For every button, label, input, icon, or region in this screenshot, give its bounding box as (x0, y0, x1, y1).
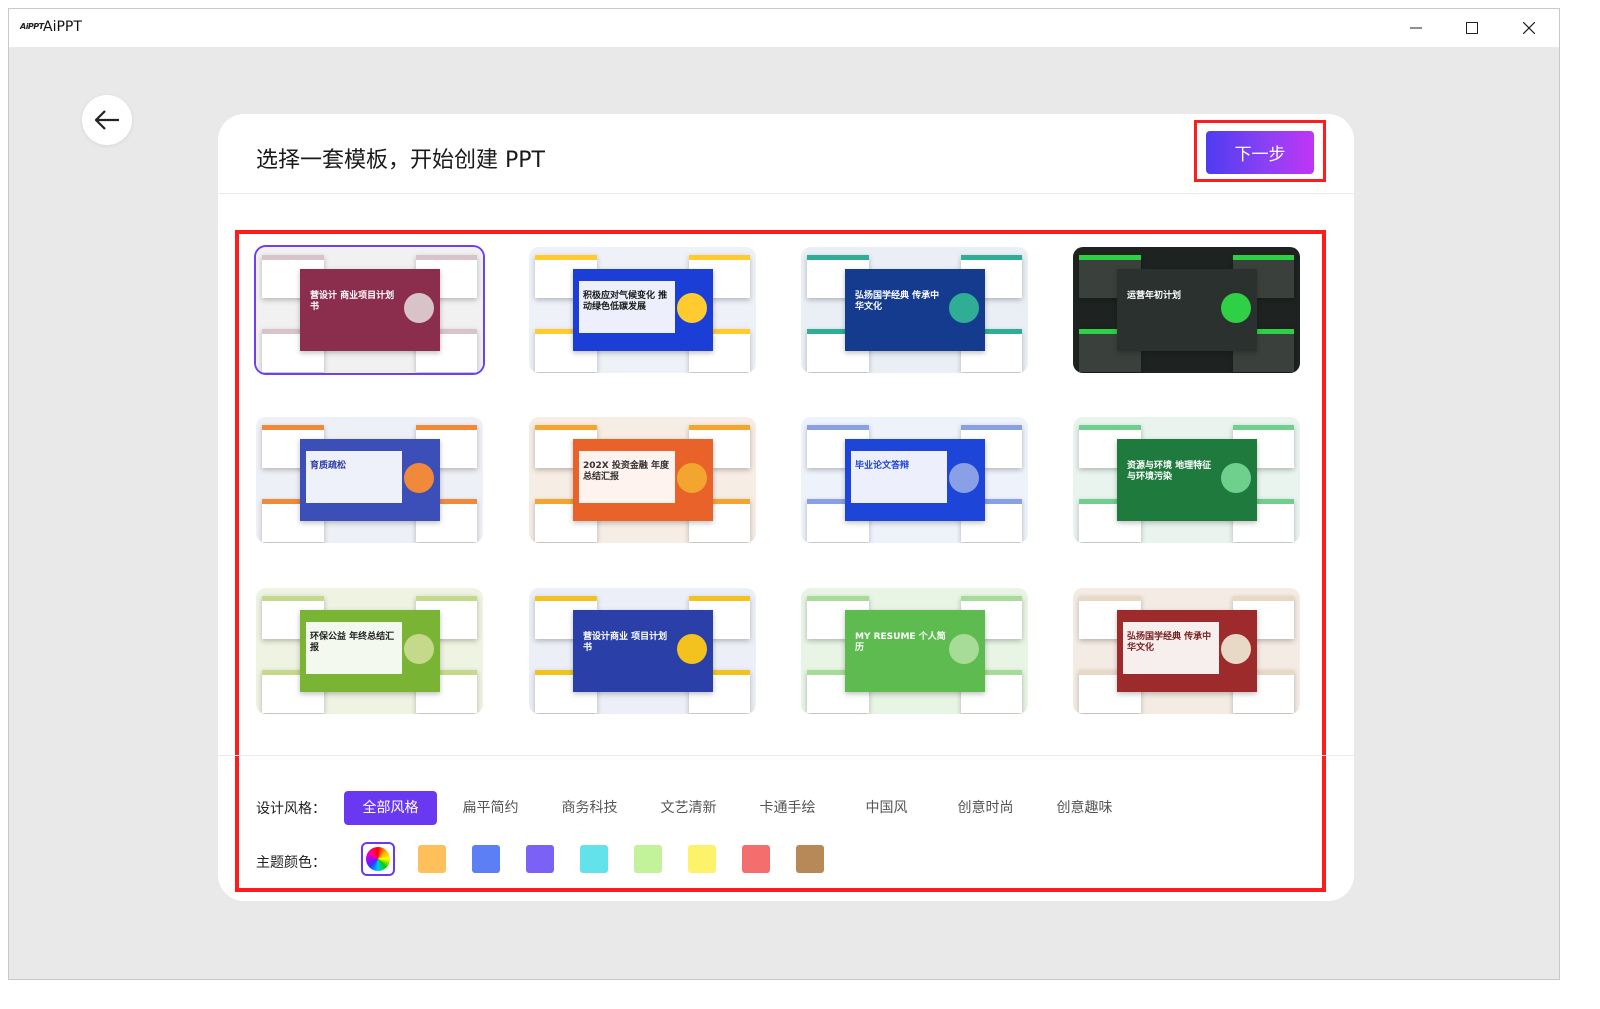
app-title: AiPPT (43, 19, 82, 35)
color-swatch[interactable] (796, 845, 824, 873)
maximize-button[interactable] (1445, 13, 1499, 43)
close-icon (1523, 22, 1535, 34)
app-logo: AiPPT (20, 22, 44, 31)
color-swatch[interactable] (742, 845, 770, 873)
color-swatch[interactable] (472, 845, 500, 873)
color-swatch[interactable] (418, 845, 446, 873)
color-swatch[interactable] (526, 845, 554, 873)
color-swatch-all[interactable] (361, 842, 395, 876)
header-divider (218, 193, 1354, 194)
style-filter-chip[interactable]: 中国风 (840, 791, 933, 825)
style-filter-chip[interactable]: 全部风格 (344, 791, 437, 825)
minimize-icon (1410, 27, 1422, 29)
back-button[interactable] (82, 95, 132, 145)
style-filter-chip[interactable]: 扁平简约 (444, 791, 537, 825)
next-step-button[interactable]: 下一步 (1206, 131, 1314, 174)
color-wheel-icon (366, 847, 390, 871)
maximize-icon (1466, 22, 1478, 34)
minimize-button[interactable] (1389, 13, 1443, 43)
template-picker-card: 选择一套模板，开始创建 PPT 下一步 营设计 商业项目计划书 积极应对气候变化 … (218, 114, 1354, 901)
color-swatch[interactable] (580, 845, 608, 873)
color-swatch[interactable] (634, 845, 662, 873)
style-filter-chip[interactable]: 文艺清新 (642, 791, 735, 825)
arrow-left-icon (94, 110, 119, 130)
filter-divider (218, 755, 1354, 756)
color-swatch[interactable] (688, 845, 716, 873)
color-filter-label: 主题颜色： (256, 855, 326, 871)
style-filter-chip[interactable]: 卡通手绘 (741, 791, 834, 825)
style-filter-chip[interactable]: 创意时尚 (939, 791, 1032, 825)
app-window: AiPPT AiPPT 选择一套模板，开始创建 PPT 下一步 营设计 商业项目… (8, 8, 1560, 980)
close-button[interactable] (1502, 13, 1556, 43)
style-filter-chip[interactable]: 创意趣味 (1038, 791, 1131, 825)
style-filter-chip[interactable]: 商务科技 (543, 791, 636, 825)
page-title: 选择一套模板，开始创建 PPT (256, 148, 545, 173)
style-filter-label: 设计风格： (256, 801, 326, 817)
title-bar: AiPPT AiPPT (9, 9, 1559, 47)
